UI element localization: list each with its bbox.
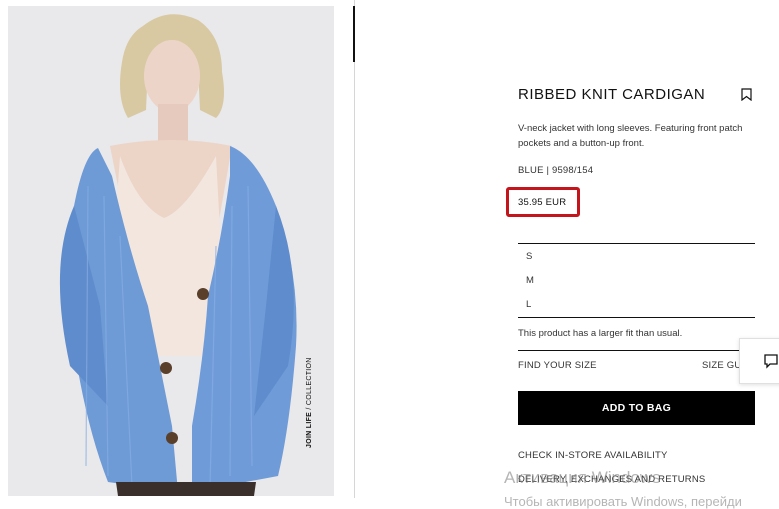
windows-activation-text: Чтобы активировать Windows, перейди [504, 494, 742, 509]
product-price: 35.95 EUR [518, 197, 567, 208]
size-option-l[interactable]: L [526, 299, 531, 310]
color-reference: BLUE | 9598/154 [518, 165, 594, 176]
panel-divider [354, 0, 355, 498]
product-description: V-neck jacket with long sleeves. Featuri… [518, 123, 743, 149]
product-title: RIBBED KNIT CARDIGAN [518, 86, 706, 103]
image-scroll-indicator[interactable] [353, 6, 355, 62]
fit-note: This product has a larger fit than usual… [518, 328, 683, 339]
chat-widget[interactable] [739, 338, 779, 384]
collection-tag: JOIN LIFE / COLLECTION [306, 357, 313, 448]
check-store-availability-link[interactable]: CHECK IN-STORE AVAILABILITY [518, 450, 668, 461]
size-list-bottom-border [518, 317, 755, 318]
bookmark-icon[interactable] [741, 88, 752, 101]
size-option-s[interactable]: S [526, 251, 532, 262]
chat-bubble-icon [764, 354, 778, 369]
fit-divider [518, 350, 755, 351]
find-your-size-link[interactable]: FIND YOUR SIZE [518, 360, 597, 371]
size-guide-link[interactable]: SIZE GU [702, 360, 741, 371]
model-photo-illustration [59, 14, 297, 496]
size-list-top-border [518, 243, 755, 244]
add-to-bag-button[interactable]: ADD TO BAG [518, 391, 755, 425]
product-image[interactable]: JOIN LIFE / COLLECTION [8, 6, 334, 496]
size-option-m[interactable]: M [526, 275, 534, 286]
windows-activation-title: Активация Windows [504, 468, 661, 487]
